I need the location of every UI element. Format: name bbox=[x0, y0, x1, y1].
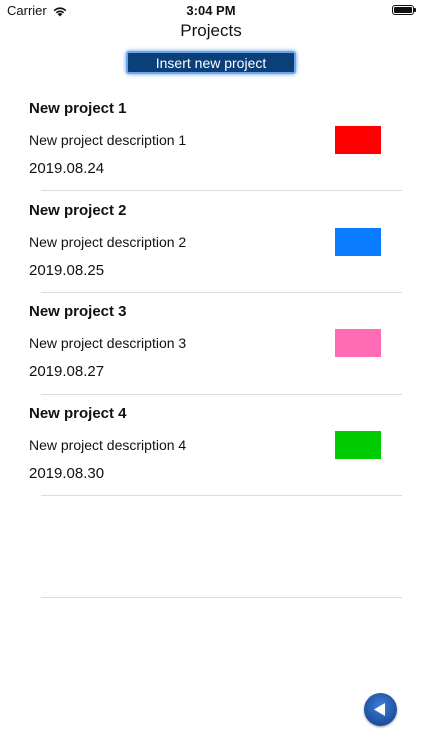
project-list-item[interactable]: New project 4 New project description 4 … bbox=[0, 405, 422, 507]
project-list-item[interactable]: New project 2 New project description 2 … bbox=[0, 202, 422, 304]
project-description: New project description 1 bbox=[29, 132, 187, 148]
project-name: New project 4 bbox=[29, 405, 127, 422]
project-date: 2019.08.25 bbox=[29, 262, 105, 279]
status-bar: Carrier 3:04 PM bbox=[0, 0, 422, 22]
project-list-item[interactable]: New project 1 New project description 1 … bbox=[0, 100, 422, 202]
battery-fill bbox=[394, 7, 412, 13]
project-color-swatch bbox=[335, 431, 381, 459]
list-divider bbox=[41, 190, 402, 191]
battery-icon bbox=[392, 5, 416, 15]
project-description: New project description 4 bbox=[29, 437, 187, 453]
project-color-swatch bbox=[335, 329, 381, 357]
project-description: New project description 2 bbox=[29, 234, 187, 250]
project-name: New project 1 bbox=[29, 100, 127, 117]
battery-nub bbox=[414, 8, 416, 12]
project-date: 2019.08.24 bbox=[29, 160, 105, 177]
back-arrow-icon bbox=[374, 703, 385, 716]
project-description: New project description 3 bbox=[29, 335, 187, 351]
project-color-swatch bbox=[335, 228, 381, 256]
project-date: 2019.08.27 bbox=[29, 363, 105, 380]
project-name: New project 3 bbox=[29, 303, 127, 320]
page-title: Projects bbox=[180, 21, 242, 40]
status-time: 3:04 PM bbox=[186, 3, 236, 18]
list-divider bbox=[41, 495, 402, 496]
list-divider bbox=[41, 597, 402, 598]
project-color-swatch bbox=[335, 126, 381, 154]
project-list-item[interactable]: New project 3 New project description 3 … bbox=[0, 303, 422, 405]
back-button[interactable] bbox=[364, 693, 397, 726]
project-date: 2019.08.30 bbox=[29, 465, 105, 482]
list-divider bbox=[41, 292, 402, 293]
list-divider bbox=[41, 394, 402, 395]
project-name: New project 2 bbox=[29, 202, 127, 219]
insert-new-project-button[interactable]: Insert new project bbox=[126, 51, 296, 74]
